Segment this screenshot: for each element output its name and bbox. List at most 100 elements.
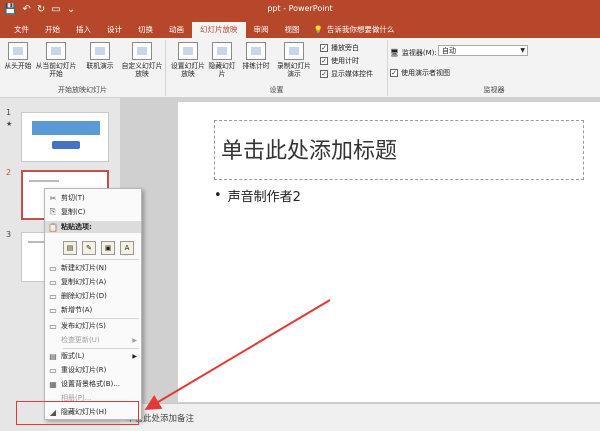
custom-slideshow-icon xyxy=(132,42,152,60)
group-label-monitors: 监视器 xyxy=(483,86,505,94)
rehearse-timings-button[interactable]: 排练计时 xyxy=(240,42,272,70)
tab-file[interactable]: 文件 xyxy=(6,22,37,38)
menu-separator xyxy=(63,259,139,260)
scissors-icon: ✂ xyxy=(49,193,57,203)
online-present-button[interactable]: 联机演示 xyxy=(82,42,118,70)
delete-slide-icon: ▭ xyxy=(49,291,57,301)
setup-slideshow-icon xyxy=(178,42,198,60)
checkbox-checked-icon: ✓ xyxy=(320,70,328,78)
thumbnail-text-line xyxy=(29,180,59,182)
slide-canvas[interactable]: 单击此处添加标题 • 声音制作者2 xyxy=(178,102,600,402)
menu-item-cut[interactable]: ✂ 剪切(T) xyxy=(45,192,141,204)
animation-star-icon: ★ xyxy=(6,120,13,128)
monitor-icon: 🖥 xyxy=(390,49,399,57)
slide-number-2: 2 xyxy=(6,168,12,177)
group-label-start: 开始放映幻灯片 xyxy=(58,86,107,94)
hide-slide-ribbon-button[interactable]: 隐藏幻灯片 xyxy=(208,42,236,78)
tab-slideshow[interactable]: 幻灯片放映 xyxy=(192,22,246,38)
menu-item-layout[interactable]: ▤ 版式(L) ▶ xyxy=(45,350,141,362)
setup-slideshow-button[interactable]: 设置幻灯片放映 xyxy=(170,42,206,78)
thumbnail-title-band xyxy=(32,121,100,135)
paste-picture-icon[interactable]: ▣ xyxy=(101,241,115,255)
checkbox-checked-icon: ✓ xyxy=(320,44,328,52)
record-icon xyxy=(284,42,304,60)
group-start-slideshow: 从头开始 从当前幻灯片开始 联机演示 自定义幻灯片放映 开始放映幻灯片 xyxy=(0,40,166,96)
paste-keep-format-icon[interactable]: ✎ xyxy=(82,241,96,255)
custom-slideshow-button[interactable]: 自定义幻灯片放映 xyxy=(120,42,164,78)
group-setup: 设置幻灯片放映 隐藏幻灯片 排练计时 录制幻灯片演示 ✓ 播放旁白 ✓ 使用计时… xyxy=(166,40,388,96)
paste-icon: 📋 xyxy=(48,222,58,232)
content-placeholder[interactable]: • 声音制作者2 xyxy=(214,186,584,386)
bullet-dot-icon: • xyxy=(214,188,222,203)
checkbox-checked-icon: ✓ xyxy=(320,57,328,65)
menu-separator xyxy=(63,318,139,319)
slide-editor: 单击此处添加标题 • 声音制作者2 xyxy=(120,98,600,403)
menu-item-format-background[interactable]: ▦ 设置背景格式(B)... xyxy=(45,378,141,390)
section-icon: ▭ xyxy=(49,305,57,315)
tab-animations[interactable]: 动画 xyxy=(161,22,192,38)
bullet-item: • 声音制作者2 xyxy=(214,188,301,205)
tell-me-text: 告诉我你想要做什么 xyxy=(326,25,395,34)
annotation-highlight-box xyxy=(16,401,139,425)
from-current-button[interactable]: 从当前幻灯片开始 xyxy=(34,42,78,78)
tab-view[interactable]: 视图 xyxy=(277,22,308,38)
chevron-down-icon: ▼ xyxy=(520,47,525,54)
menu-item-add-section[interactable]: ▭ 新增节(A) xyxy=(45,304,141,316)
context-menu: ✂ 剪切(T) ⎘ 复制(C) 📋 粘贴选项: ▤ ✎ ▣ A ▭ 新建幻灯片(… xyxy=(44,188,142,420)
slide-number-1: 1 xyxy=(6,108,12,117)
publish-icon: ▭ xyxy=(49,321,57,331)
menu-item-check-updates: 检查更新(U) ▶ xyxy=(45,334,141,346)
play-narration-checkbox[interactable]: ✓ 播放旁白 xyxy=(320,43,359,53)
use-timings-checkbox[interactable]: ✓ 使用计时 xyxy=(320,56,359,66)
menu-item-paste-options: 📋 粘贴选项: xyxy=(45,221,141,233)
title-placeholder[interactable]: 单击此处添加标题 xyxy=(214,120,584,180)
from-beginning-button[interactable]: 从头开始 xyxy=(2,42,34,70)
slideshow-play-icon xyxy=(8,42,28,60)
thumbnail-button-shape xyxy=(52,141,80,149)
copy-icon: ⎘ xyxy=(49,207,57,216)
submenu-arrow-icon: ▶ xyxy=(132,352,137,360)
monitor-label: 🖥 监视器(M): xyxy=(390,49,437,57)
new-slide-icon: ▭ xyxy=(49,263,57,273)
submenu-arrow-icon: ▶ xyxy=(132,336,137,344)
hide-slide-icon xyxy=(212,42,232,60)
stopwatch-icon xyxy=(246,42,266,60)
presenter-view-checkbox[interactable]: ✓ 使用演示者视图 xyxy=(390,68,450,78)
update-icon xyxy=(45,334,61,346)
ribbon-tabs: 文件 开始 插入 设计 切换 动画 幻灯片放映 审阅 视图 💡 告诉我你想要做什… xyxy=(0,20,600,38)
group-label-setup: 设置 xyxy=(269,86,284,94)
tab-review[interactable]: 审阅 xyxy=(246,22,277,38)
tell-me-box[interactable]: 💡 告诉我你想要做什么 xyxy=(314,22,395,38)
lightbulb-icon: 💡 xyxy=(313,25,323,34)
tab-transitions[interactable]: 切换 xyxy=(130,22,161,38)
slide-number-3: 3 xyxy=(6,230,12,239)
format-background-icon: ▦ xyxy=(49,379,57,389)
menu-item-copy[interactable]: ⎘ 复制(C) xyxy=(45,206,141,218)
menu-item-reset-slide[interactable]: ▭ 重设幻灯片(R) xyxy=(45,364,141,376)
slide-thumbnail-1[interactable] xyxy=(21,112,109,162)
online-present-icon xyxy=(90,42,110,60)
window-title: ppt - PowerPoint xyxy=(267,4,333,13)
record-slideshow-button[interactable]: 录制幻灯片演示 xyxy=(274,42,314,78)
menu-item-delete-slide[interactable]: ▭ 删除幻灯片(D) xyxy=(45,290,141,302)
menu-item-new-slide[interactable]: ▭ 新建幻灯片(N) xyxy=(45,262,141,274)
paste-text-only-icon[interactable]: A xyxy=(120,241,134,255)
menu-separator xyxy=(63,348,139,349)
tab-insert[interactable]: 插入 xyxy=(68,22,99,38)
menu-item-duplicate-slide[interactable]: ▭ 复制幻灯片(A) xyxy=(45,276,141,288)
slideshow-current-icon xyxy=(46,42,66,60)
tab-home[interactable]: 开始 xyxy=(37,22,68,38)
reset-slide-icon: ▭ xyxy=(49,365,57,375)
monitor-select[interactable]: 自动 ▼ xyxy=(438,45,528,56)
checkbox-checked-icon: ✓ xyxy=(390,69,398,77)
paste-options-row: ▤ ✎ ▣ A xyxy=(63,241,134,255)
duplicate-slide-icon: ▭ xyxy=(49,277,57,287)
menu-item-publish-slides[interactable]: ▭ 发布幻灯片(S) xyxy=(45,320,141,332)
show-media-controls-checkbox[interactable]: ✓ 显示媒体控件 xyxy=(320,69,373,79)
ribbon: 从头开始 从当前幻灯片开始 联机演示 自定义幻灯片放映 开始放映幻灯片 设置幻灯… xyxy=(0,38,600,98)
paste-keep-theme-icon[interactable]: ▤ xyxy=(63,241,77,255)
tab-design[interactable]: 设计 xyxy=(99,22,130,38)
title-bar: 💾 ↶ ↻ ▭ ⌄ ppt - PowerPoint xyxy=(0,0,600,20)
layout-icon: ▤ xyxy=(49,351,57,361)
notes-pane[interactable]: 单击此处添加备注 xyxy=(120,403,600,431)
